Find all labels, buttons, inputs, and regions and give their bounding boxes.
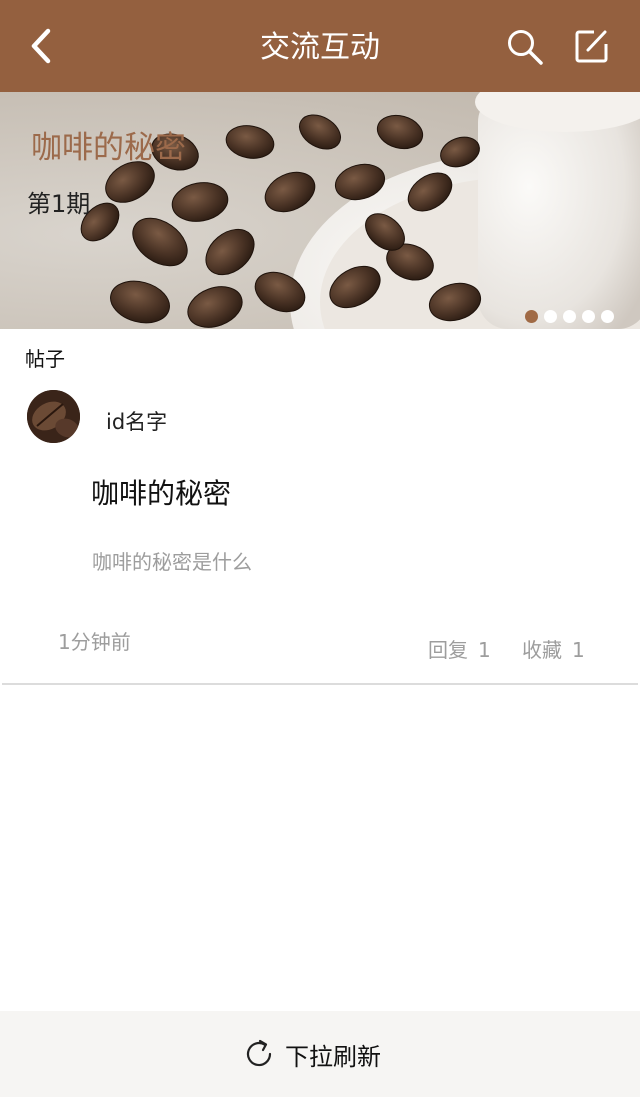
app-header: 交流互动 <box>0 0 640 92</box>
favorite-button[interactable]: 收藏 1 <box>522 634 585 663</box>
divider <box>2 683 638 685</box>
carousel-dot[interactable] <box>601 310 614 323</box>
favorite-count: 1 <box>572 638 585 662</box>
search-button[interactable] <box>506 28 544 66</box>
carousel-indicators <box>525 310 614 323</box>
section-label: 帖子 <box>25 347 65 371</box>
favorite-label: 收藏 <box>522 638 562 662</box>
carousel-dot[interactable] <box>544 310 557 323</box>
banner-title: 咖啡的秘密 <box>31 130 186 166</box>
banner-issue: 第1期 <box>27 190 91 218</box>
post-timestamp: 1分钟前 <box>58 630 131 654</box>
refresh-label: 下拉刷新 <box>285 1042 381 1071</box>
search-icon <box>508 30 543 65</box>
edit-icon <box>575 30 608 63</box>
banner-carousel[interactable]: 咖啡的秘密 第1期 <box>0 92 640 329</box>
carousel-dot[interactable] <box>563 310 576 323</box>
post-item[interactable]: id名字 咖啡的秘密 咖啡的秘密是什么 1分钟前 回复 1 收藏 1 <box>0 372 640 684</box>
post-title[interactable]: 咖啡的秘密 <box>91 472 231 512</box>
username[interactable]: id名字 <box>106 406 167 436</box>
compose-button[interactable] <box>574 28 610 64</box>
carousel-dot[interactable] <box>525 310 538 323</box>
page-title: 交流互动 <box>260 30 380 65</box>
pull-refresh-bar: 下拉刷新 <box>0 1011 640 1097</box>
avatar-image <box>27 390 80 443</box>
avatar[interactable] <box>27 390 80 443</box>
refresh-icon <box>246 1039 272 1067</box>
reply-label: 回复 <box>428 638 468 662</box>
reply-button[interactable]: 回复 1 <box>428 634 491 663</box>
reply-count: 1 <box>478 638 491 662</box>
carousel-dot[interactable] <box>582 310 595 323</box>
post-excerpt: 咖啡的秘密是什么 <box>92 550 252 574</box>
refresh-button[interactable]: 下拉刷新 <box>243 1037 381 1071</box>
